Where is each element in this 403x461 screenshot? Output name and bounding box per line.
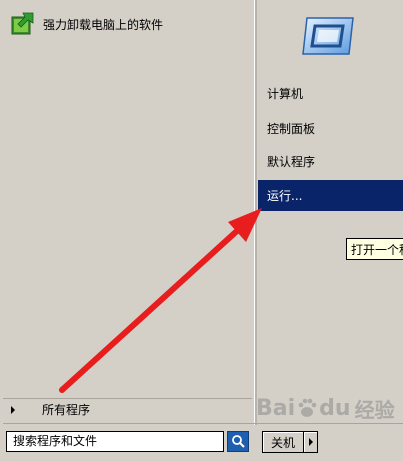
chevron-right-icon <box>11 405 15 414</box>
shutdown-group: 关机 <box>262 431 319 453</box>
menu-item-label: 运行... <box>267 189 303 203</box>
baidu-jingyan-watermark: Bai du 经验 <box>256 395 395 422</box>
search-row <box>6 430 250 452</box>
uninstall-app-icon <box>11 12 34 35</box>
menu-item-run[interactable]: 运行... <box>258 180 403 211</box>
paw-icon <box>298 398 317 417</box>
tooltip: 打开一个程序 <box>346 238 403 260</box>
menu-item-default-programs[interactable]: 默认程序 <box>258 146 403 177</box>
menu-item-label: 默认程序 <box>267 155 316 169</box>
search-button[interactable] <box>227 430 249 452</box>
shutdown-options-button[interactable] <box>304 431 319 453</box>
menu-item-control-panel[interactable]: 控制面板 <box>258 113 403 144</box>
user-picture-icon <box>302 17 354 55</box>
watermark-suffix: 经验 <box>354 397 395 422</box>
all-programs-label: 所有程序 <box>42 403 91 417</box>
search-input[interactable] <box>6 430 224 452</box>
search-icon <box>232 435 245 448</box>
menu-item-label: 控制面板 <box>267 122 316 136</box>
programs-pane: 强力卸载电脑上的软件 <box>3 3 254 423</box>
all-programs-button[interactable]: 所有程序 <box>3 398 252 420</box>
tooltip-text: 打开一个程序 <box>351 242 403 257</box>
menu-item-label: 计算机 <box>267 87 304 101</box>
places-pane: 计算机 控制面板 默认程序 运行... <box>257 0 403 425</box>
shutdown-label: 关机 <box>271 435 296 450</box>
chevron-right-icon <box>308 438 313 446</box>
program-item-uninstaller[interactable]: 强力卸载电脑上的软件 <box>9 9 249 39</box>
shutdown-button[interactable]: 关机 <box>262 431 305 453</box>
program-item-label: 强力卸载电脑上的软件 <box>43 17 164 32</box>
menu-item-computer[interactable]: 计算机 <box>258 78 403 109</box>
watermark-brand: Bai <box>256 395 296 421</box>
